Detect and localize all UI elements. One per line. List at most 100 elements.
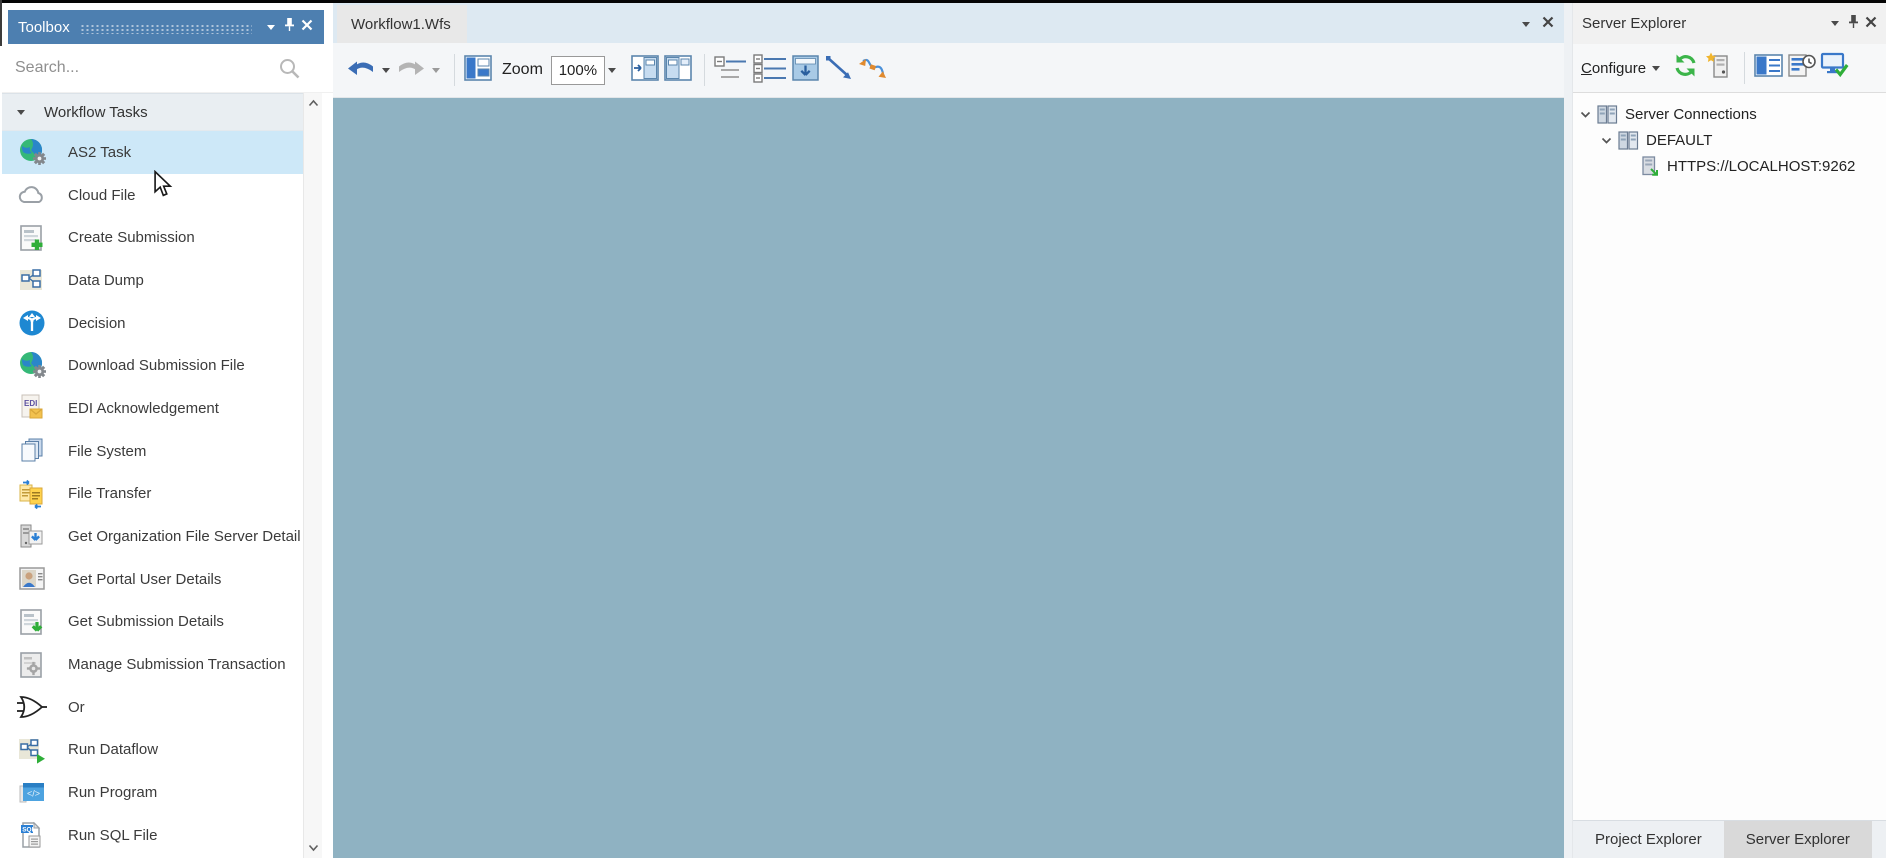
toolbox-item-run-program[interactable]: </> Run Program xyxy=(2,771,305,814)
toolbox-item-create-submission[interactable]: Create Submission xyxy=(2,216,305,259)
undo-icon xyxy=(346,58,376,83)
tab-close-button[interactable] xyxy=(1540,16,1556,32)
workflow-canvas[interactable] xyxy=(333,98,1564,858)
zoom-input[interactable] xyxy=(550,55,605,85)
panel-splitter[interactable] xyxy=(1564,3,1572,858)
expand-panel-left-button[interactable] xyxy=(630,53,660,87)
toolbox-item-label: File Transfer xyxy=(68,485,152,503)
toolbar-separator xyxy=(703,54,705,86)
chevron-down-icon[interactable] xyxy=(1577,108,1594,121)
scroll-down-button[interactable] xyxy=(304,839,322,857)
zoom-label: Zoom xyxy=(502,61,543,78)
document-plus-icon xyxy=(10,221,54,255)
zoom-dropdown-button[interactable] xyxy=(605,53,619,87)
close-icon xyxy=(301,18,313,36)
search-input[interactable] xyxy=(2,58,257,78)
toolbox-item-cloud-file[interactable]: Cloud File xyxy=(2,174,305,217)
toolbox-item-label: Run Dataflow xyxy=(68,741,159,759)
toolbox-panel: Toolbox Workflow Tasks AS2 Task Cloud Fil… xyxy=(2,3,333,858)
toolbox-item-edi-acknowledgement[interactable]: EDI EDI Acknowledgement xyxy=(2,387,305,430)
toolbox-item-download-submission-file[interactable]: Download Submission File xyxy=(2,344,305,387)
tree-item-https-localhost-9262[interactable]: HTTPS://LOCALHOST:9262 xyxy=(1573,153,1886,179)
undo-button[interactable] xyxy=(346,53,376,87)
editor-toolbar: Zoom xyxy=(333,43,1564,98)
tab-server-explorer[interactable]: Server Explorer xyxy=(1723,821,1872,858)
toolbox-header: Toolbox xyxy=(8,10,324,44)
configure-label-initial: C xyxy=(1581,59,1592,77)
caret-down-icon xyxy=(1522,21,1530,27)
toolbox-item-label: Download Submission File xyxy=(68,357,245,375)
toolbox-pin-button[interactable] xyxy=(280,17,298,37)
refresh-button[interactable] xyxy=(1670,51,1700,85)
svg-text:SQL: SQL xyxy=(22,827,35,834)
collapse-outline-button[interactable] xyxy=(713,53,749,87)
tree-item-default[interactable]: DEFAULT xyxy=(1573,127,1886,153)
tab-project-explorer[interactable]: Project Explorer xyxy=(1573,821,1724,858)
window-expand-right-icon xyxy=(664,54,692,86)
server-explorer-pin-button[interactable] xyxy=(1844,14,1862,34)
toolbox-item-as2-task[interactable]: AS2 Task xyxy=(2,131,305,174)
server-link-icon xyxy=(1636,155,1662,178)
toolbox-item-get-submission-details[interactable]: Get Submission Details xyxy=(2,601,305,644)
toolbox-search xyxy=(2,44,333,93)
server-jobs-button[interactable] xyxy=(1786,51,1816,85)
toolbox-item-file-transfer[interactable]: File Transfer xyxy=(2,473,305,516)
straight-connector-button[interactable] xyxy=(824,53,854,87)
toolbox-item-label: Create Submission xyxy=(68,229,195,247)
expand-panel-right-button[interactable] xyxy=(663,53,693,87)
toolbox-item-label: File System xyxy=(68,442,147,460)
details-view-button[interactable] xyxy=(1753,51,1783,85)
document-tabbar: Workflow1.Wfs xyxy=(333,3,1564,43)
window-edge xyxy=(0,0,2,46)
toolbox-menu-button[interactable] xyxy=(262,17,280,37)
toolbox-item-manage-submission-transaction[interactable]: Manage Submission Transaction xyxy=(2,643,305,686)
toolbox-item-file-system[interactable]: File System xyxy=(2,430,305,473)
server-explorer-title: Server Explorer xyxy=(1582,15,1687,32)
toolbox-header-texture xyxy=(79,22,252,34)
tab-list-button[interactable] xyxy=(1518,16,1534,32)
tab-label: Server Explorer xyxy=(1745,831,1850,848)
chevron-up-icon xyxy=(308,94,319,112)
pin-icon xyxy=(1848,14,1859,34)
redo-button[interactable] xyxy=(396,53,426,87)
toolbox-item-label: Run Program xyxy=(68,784,158,802)
toolbox-item-or[interactable]: Or xyxy=(2,686,305,729)
tree-item-server-connections[interactable]: Server Connections xyxy=(1573,101,1886,127)
chevron-down-icon[interactable] xyxy=(1598,134,1615,147)
test-connection-button[interactable] xyxy=(1819,51,1849,85)
chevron-down-icon xyxy=(308,839,319,857)
servers-icon xyxy=(1615,129,1641,152)
toolbox-item-label: Or xyxy=(68,698,85,716)
workflow-tasks-section-header[interactable]: Workflow Tasks xyxy=(2,93,305,131)
undo-dropdown-button[interactable] xyxy=(379,53,393,87)
fit-canvas-button[interactable] xyxy=(791,53,821,87)
scroll-up-button[interactable] xyxy=(304,94,322,112)
search-icon xyxy=(278,57,301,85)
document-gear-icon xyxy=(10,648,54,682)
configure-label: onfigure xyxy=(1591,59,1647,77)
toolbox-close-button[interactable] xyxy=(298,17,316,37)
toolbox-item-decision[interactable]: Decision xyxy=(2,302,305,345)
overview-panel-button[interactable] xyxy=(463,53,493,87)
close-icon xyxy=(1542,15,1554,33)
toolbox-item-label: Cloud File xyxy=(68,186,136,204)
svg-text:</>: </> xyxy=(27,788,40,798)
user-card-icon xyxy=(10,562,54,596)
server-explorer-menu-button[interactable] xyxy=(1826,14,1844,34)
caret-down-icon xyxy=(382,67,390,73)
server-explorer-close-button[interactable] xyxy=(1862,14,1880,34)
toolbox-item-run-sql-file[interactable]: SQL Run SQL File xyxy=(2,814,305,857)
toolbox-scrollbar[interactable] xyxy=(303,93,322,858)
close-icon xyxy=(1865,15,1877,33)
new-server-button[interactable] xyxy=(1703,51,1733,85)
edi-envelope-icon: EDI xyxy=(10,391,54,425)
toolbox-item-get-portal-user-details[interactable]: Get Portal User Details xyxy=(2,558,305,601)
toolbox-item-run-dataflow[interactable]: Run Dataflow xyxy=(2,729,305,772)
configure-button[interactable]: Configure xyxy=(1581,59,1661,77)
curved-connector-button[interactable] xyxy=(857,53,889,87)
toolbox-item-data-dump[interactable]: Data Dump xyxy=(2,259,305,302)
tab-workflow1[interactable]: Workflow1.Wfs xyxy=(337,5,467,43)
toolbox-item-get-organization-file-server-detail[interactable]: Get Organization File Server Detail xyxy=(2,515,305,558)
redo-dropdown-button[interactable] xyxy=(429,53,443,87)
expand-outline-button[interactable] xyxy=(752,53,788,87)
